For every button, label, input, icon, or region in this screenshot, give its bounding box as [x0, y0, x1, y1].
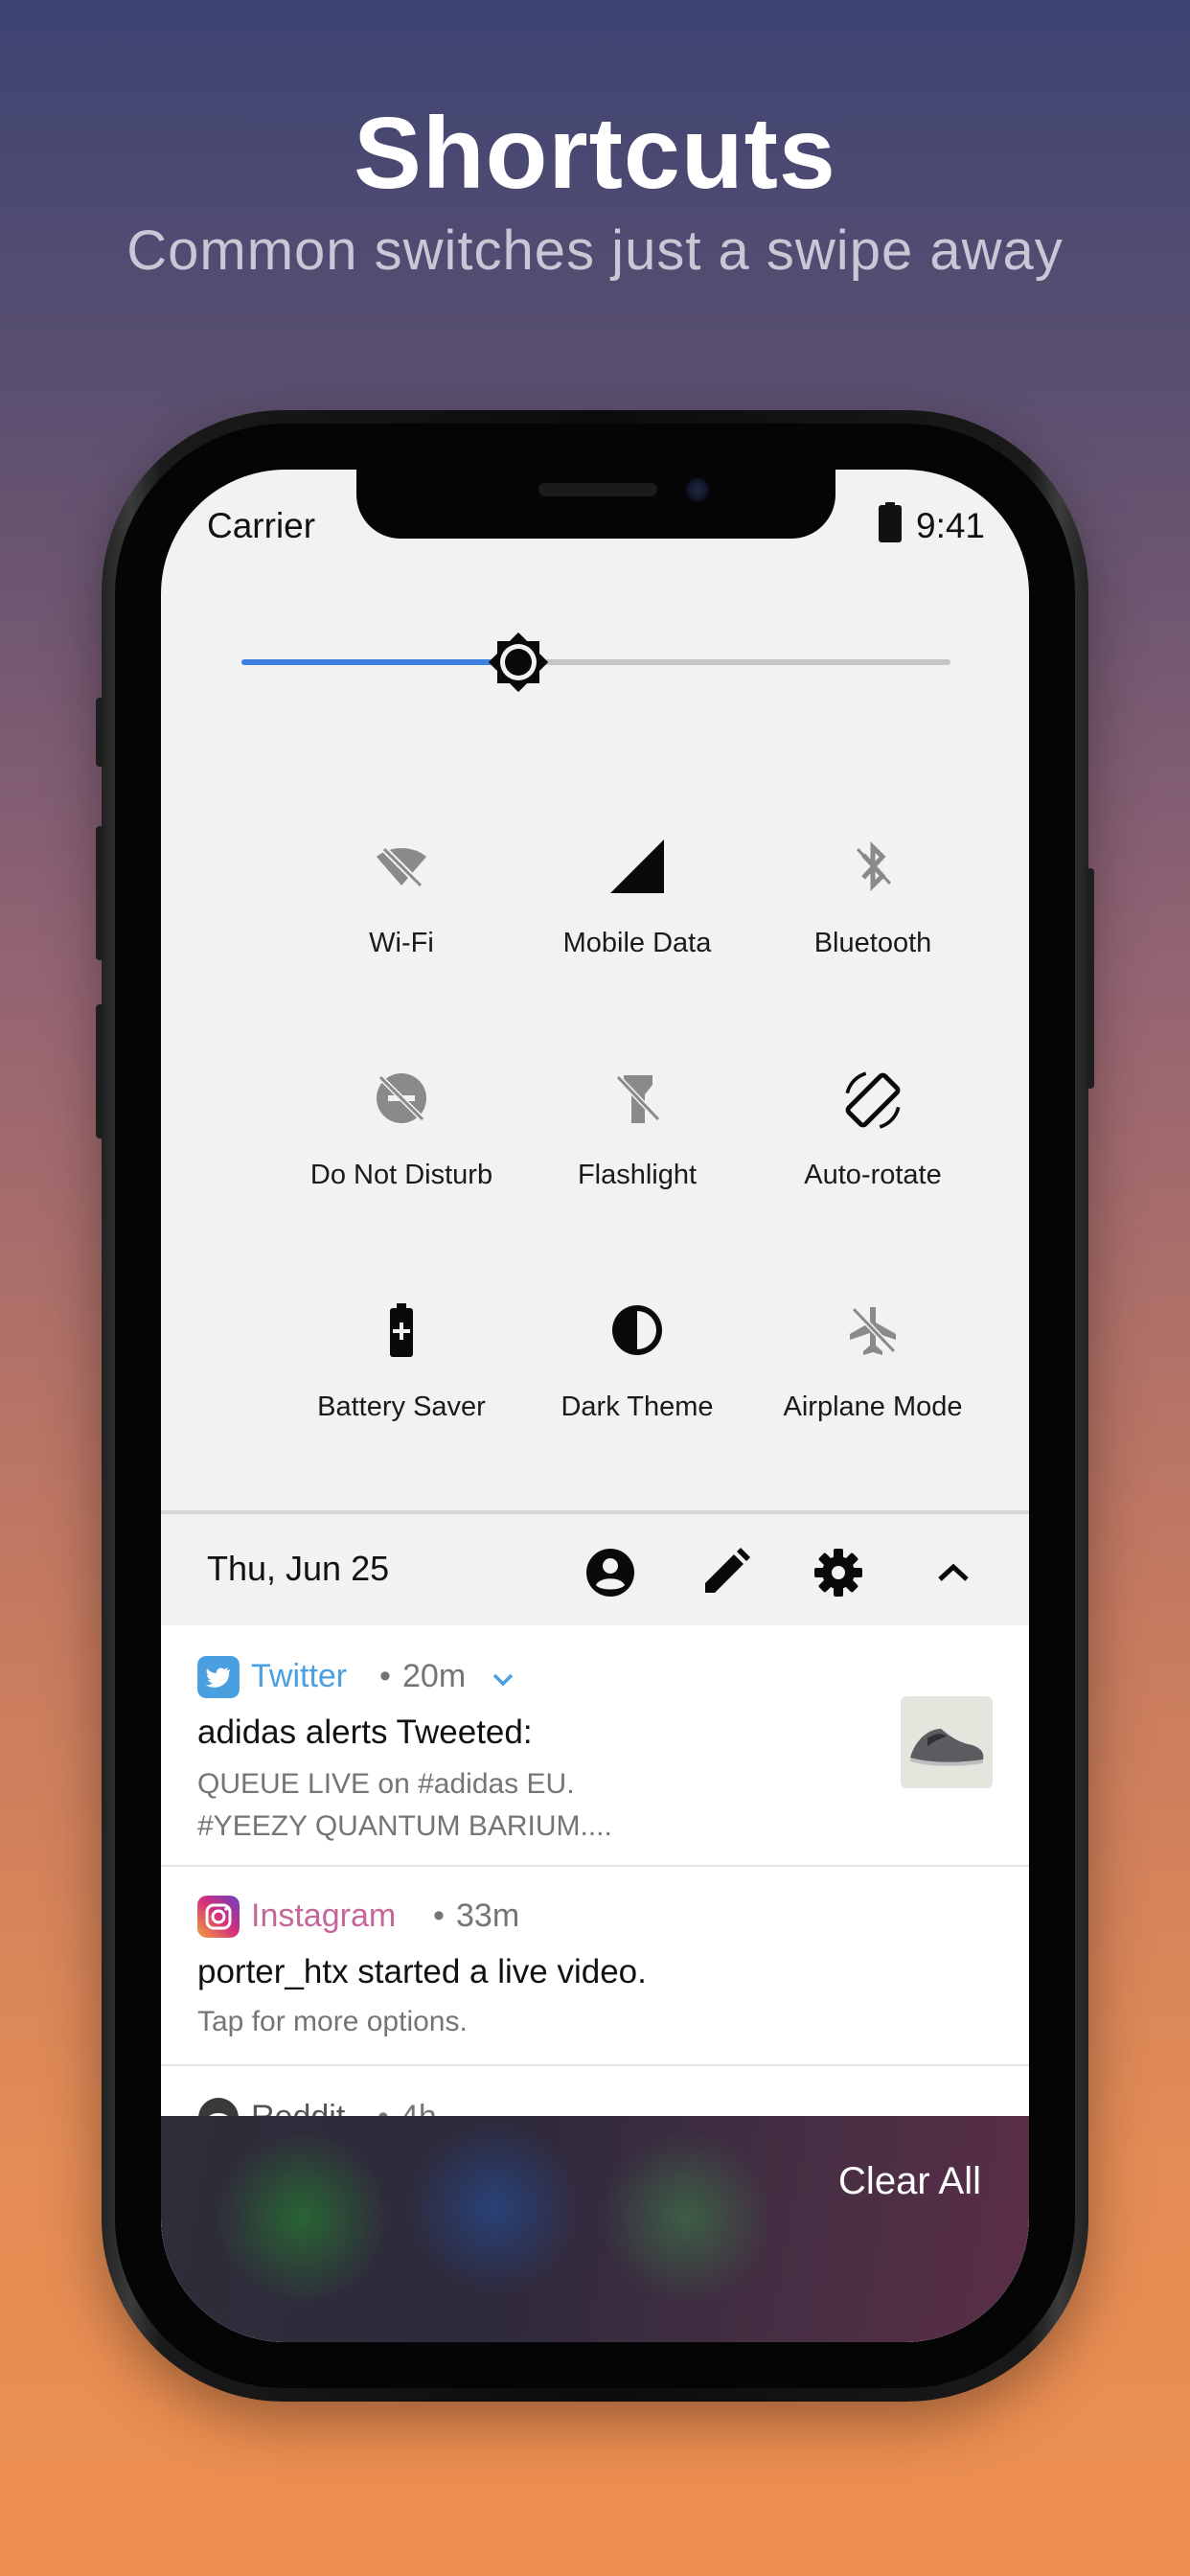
speaker-grille [538, 483, 657, 496]
tile-label: Auto-rotate [804, 1160, 942, 1190]
tile-dark-theme[interactable]: Dark Theme [519, 1303, 755, 1422]
brightness-icon[interactable] [480, 624, 557, 701]
bluetooth-icon [856, 840, 892, 892]
instagram-icon [197, 1896, 240, 1938]
battery-full-icon [879, 502, 902, 542]
power-button [1087, 868, 1094, 1089]
notch [356, 470, 835, 539]
dark-theme-icon [612, 1305, 662, 1355]
notification-title: porter_htx started a live video. [197, 1953, 647, 1990]
sneaker-thumbnail [901, 1696, 993, 1788]
auto-rotate-icon [845, 1071, 901, 1129]
tile-flashlight[interactable]: Flashlight [519, 1071, 755, 1190]
carrier-label: Carrier [207, 506, 316, 545]
notification-reddit[interactable]: Reddit • 4h [161, 2066, 1029, 2138]
volume-up-button [96, 698, 103, 767]
notification-instagram[interactable]: Instagram • 33m porter_htx started a liv… [161, 1867, 1029, 2064]
twitter-icon [197, 1656, 240, 1698]
volume-down-button [96, 826, 103, 960]
tile-auto-rotate[interactable]: Auto-rotate [755, 1071, 991, 1190]
airplane-icon [850, 1306, 897, 1355]
tile-label: Flashlight [577, 1160, 698, 1190]
page-subtitle: Common switches just a swipe away [126, 219, 1064, 282]
phone-screen: Carrier 9:41 Wi-Fi Mobile Data Bluetooth… [161, 470, 1029, 2342]
notification-body-line1: QUEUE LIVE on #adidas EU. [197, 1768, 575, 1800]
clear-all-button[interactable]: Clear All [838, 2160, 981, 2203]
flashlight-off-icon [615, 1074, 661, 1123]
tile-label: Airplane Mode [783, 1392, 963, 1422]
edit-icon[interactable] [699, 1547, 751, 1598]
tile-airplane-mode[interactable]: Airplane Mode [755, 1303, 991, 1422]
page-title: Shortcuts [354, 97, 836, 210]
notification-twitter[interactable]: Twitter • 20m adidas alerts Tweeted: QUE… [161, 1625, 1029, 1865]
brightness-slider[interactable] [241, 632, 950, 693]
notification-time: 33m [456, 1898, 520, 1934]
tile-label: Dark Theme [561, 1392, 714, 1422]
tile-label: Wi-Fi [369, 928, 434, 958]
tile-label: Mobile Data [562, 928, 712, 958]
phone-frame: Carrier 9:41 Wi-Fi Mobile Data Bluetooth… [96, 410, 1094, 2402]
date-label: Thu, Jun 25 [207, 1549, 390, 1588]
tile-label: Bluetooth [813, 928, 932, 958]
notification-time: 20m [402, 1658, 467, 1694]
notification-separator: • [433, 1898, 445, 1934]
signal-icon [610, 840, 664, 893]
blurred-dock: Clear All [161, 2116, 1029, 2342]
tile-mobile-data[interactable]: Mobile Data [519, 840, 755, 958]
collapse-chevron-icon[interactable] [927, 1547, 979, 1598]
notification-body-line2: #YEEZY QUANTUM BARIUM.... [197, 1810, 612, 1842]
notification-title: adidas alerts Tweeted: [197, 1714, 533, 1751]
notification-separator: • [379, 1658, 391, 1694]
notification-body-line1: Tap for more options. [197, 2006, 468, 2037]
tile-bluetooth[interactable]: Bluetooth [755, 840, 991, 958]
tile-do-not-disturb[interactable]: Do Not Disturb [284, 1071, 519, 1190]
battery-saver-icon [390, 1303, 413, 1357]
tile-label: Do Not Disturb [309, 1160, 493, 1190]
brightness-fill [241, 659, 518, 665]
settings-icon[interactable] [812, 1547, 864, 1598]
mute-button [96, 1004, 103, 1138]
account-icon[interactable] [584, 1547, 636, 1598]
front-camera [686, 478, 709, 501]
panel-divider [161, 1510, 1029, 1514]
status-time: 9:41 [916, 506, 986, 545]
notification-app-name: Instagram [251, 1898, 397, 1934]
expand-chevron-icon[interactable] [489, 1666, 517, 1694]
tile-label: Battery Saver [317, 1392, 486, 1422]
notification-app-name: Twitter [251, 1658, 348, 1694]
tile-wifi[interactable]: Wi-Fi [284, 840, 519, 958]
do-not-disturb-off-icon [377, 1073, 426, 1123]
tile-battery-saver[interactable]: Battery Saver [284, 1303, 519, 1422]
wifi-off-icon [377, 846, 426, 888]
